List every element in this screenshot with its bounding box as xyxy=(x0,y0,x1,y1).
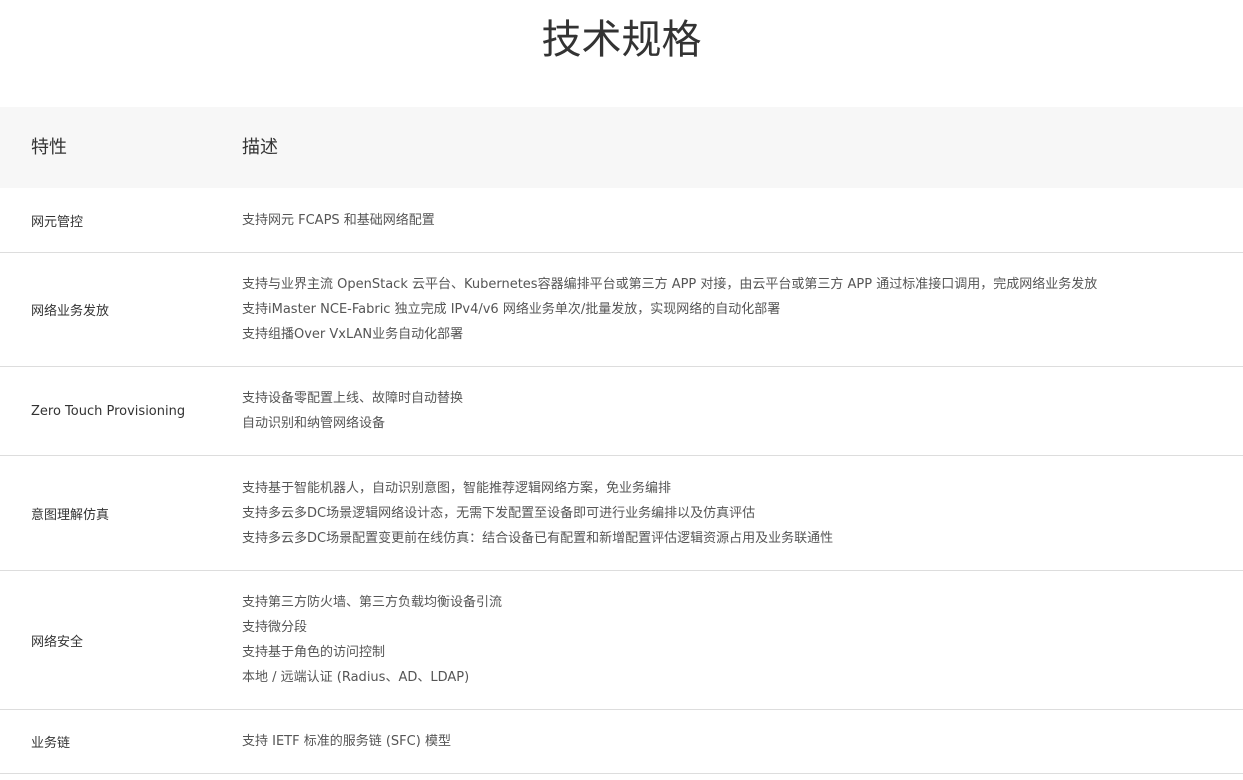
row-feature: 网络安全 xyxy=(31,634,84,650)
description-line: 支持 IETF 标准的服务链 (SFC) 模型 xyxy=(242,734,451,749)
table-row: 网元管控 支持网元 FCAPS 和基础网络配置 xyxy=(0,188,1243,253)
header-description: 描述 xyxy=(242,137,278,158)
row-feature: 网元管控 xyxy=(31,214,84,230)
description-line: 支持组播Over VxLAN业务自动化部署 xyxy=(242,327,464,342)
row-description: 支持网元 FCAPS 和基础网络配置 xyxy=(242,188,1233,252)
row-description: 支持与业界主流 OpenStack 云平台、Kubernetes容器编排平台或第… xyxy=(242,253,1233,366)
description-line: 支持多云多DC场景逻辑网络设计态，无需下发配置至设备即可进行业务编排以及仿真评估 xyxy=(242,505,756,521)
row-feature: Zero Touch Provisioning xyxy=(31,403,186,419)
table-row: Zero Touch Provisioning 支持设备零配置上线、故障时自动替… xyxy=(0,367,1243,456)
row-description: 支持 IETF 标准的服务链 (SFC) 模型 xyxy=(242,710,1233,773)
table-row: 网络安全 支持第三方防火墙、第三方负载均衡设备引流 支持微分段 支持基于角色的访… xyxy=(0,571,1243,710)
description-line: 支持网元 FCAPS 和基础网络配置 xyxy=(242,212,435,228)
row-description: 支持设备零配置上线、故障时自动替换 自动识别和纳管网络设备 xyxy=(242,367,1233,455)
page-title: 技术规格 xyxy=(541,17,702,63)
row-feature: 业务链 xyxy=(31,736,71,751)
description-line: 支持多云多DC场景配置变更前在线仿真：结合设备已有配置和新增配置评估逻辑资源占用… xyxy=(242,530,834,546)
table-row: 业务链 支持 IETF 标准的服务链 (SFC) 模型 xyxy=(0,710,1243,774)
description-line: 支持设备零配置上线、故障时自动替换 xyxy=(242,391,464,406)
spec-table: 特性 描述 网元管控 支持网元 FCAPS 和基础网络配置 网络业务发放 支持与… xyxy=(0,107,1243,774)
row-feature: 意图理解仿真 xyxy=(31,507,110,523)
table-header: 特性 描述 xyxy=(0,107,1243,188)
description-line: 支持微分段 xyxy=(242,620,308,635)
description-line: 支持与业界主流 OpenStack 云平台、Kubernetes容器编排平台或第… xyxy=(242,277,1098,292)
description-line: 支持第三方防火墙、第三方负载均衡设备引流 xyxy=(242,595,503,610)
description-line: 自动识别和纳管网络设备 xyxy=(242,416,386,431)
row-description: 支持第三方防火墙、第三方负载均衡设备引流 支持微分段 支持基于角色的访问控制 本… xyxy=(242,571,1233,709)
description-line: 本地 / 远端认证 (Radius、AD、LDAP) xyxy=(242,670,470,685)
table-row: 意图理解仿真 支持基于智能机器人，自动识别意图，智能推荐逻辑网络方案，免业务编排… xyxy=(0,456,1243,571)
header-feature: 特性 xyxy=(31,137,67,158)
description-line: 支持基于角色的访问控制 xyxy=(242,645,386,660)
row-description: 支持基于智能机器人，自动识别意图，智能推荐逻辑网络方案，免业务编排 支持多云多D… xyxy=(242,456,1233,570)
table-row: 网络业务发放 支持与业界主流 OpenStack 云平台、Kubernetes容… xyxy=(0,253,1243,367)
row-feature: 网络业务发放 xyxy=(31,304,110,319)
description-line: 支持iMaster NCE-Fabric 独立完成 IPv4/v6 网络业务单次… xyxy=(242,302,781,317)
description-line: 支持基于智能机器人，自动识别意图，智能推荐逻辑网络方案，免业务编排 xyxy=(242,480,672,496)
